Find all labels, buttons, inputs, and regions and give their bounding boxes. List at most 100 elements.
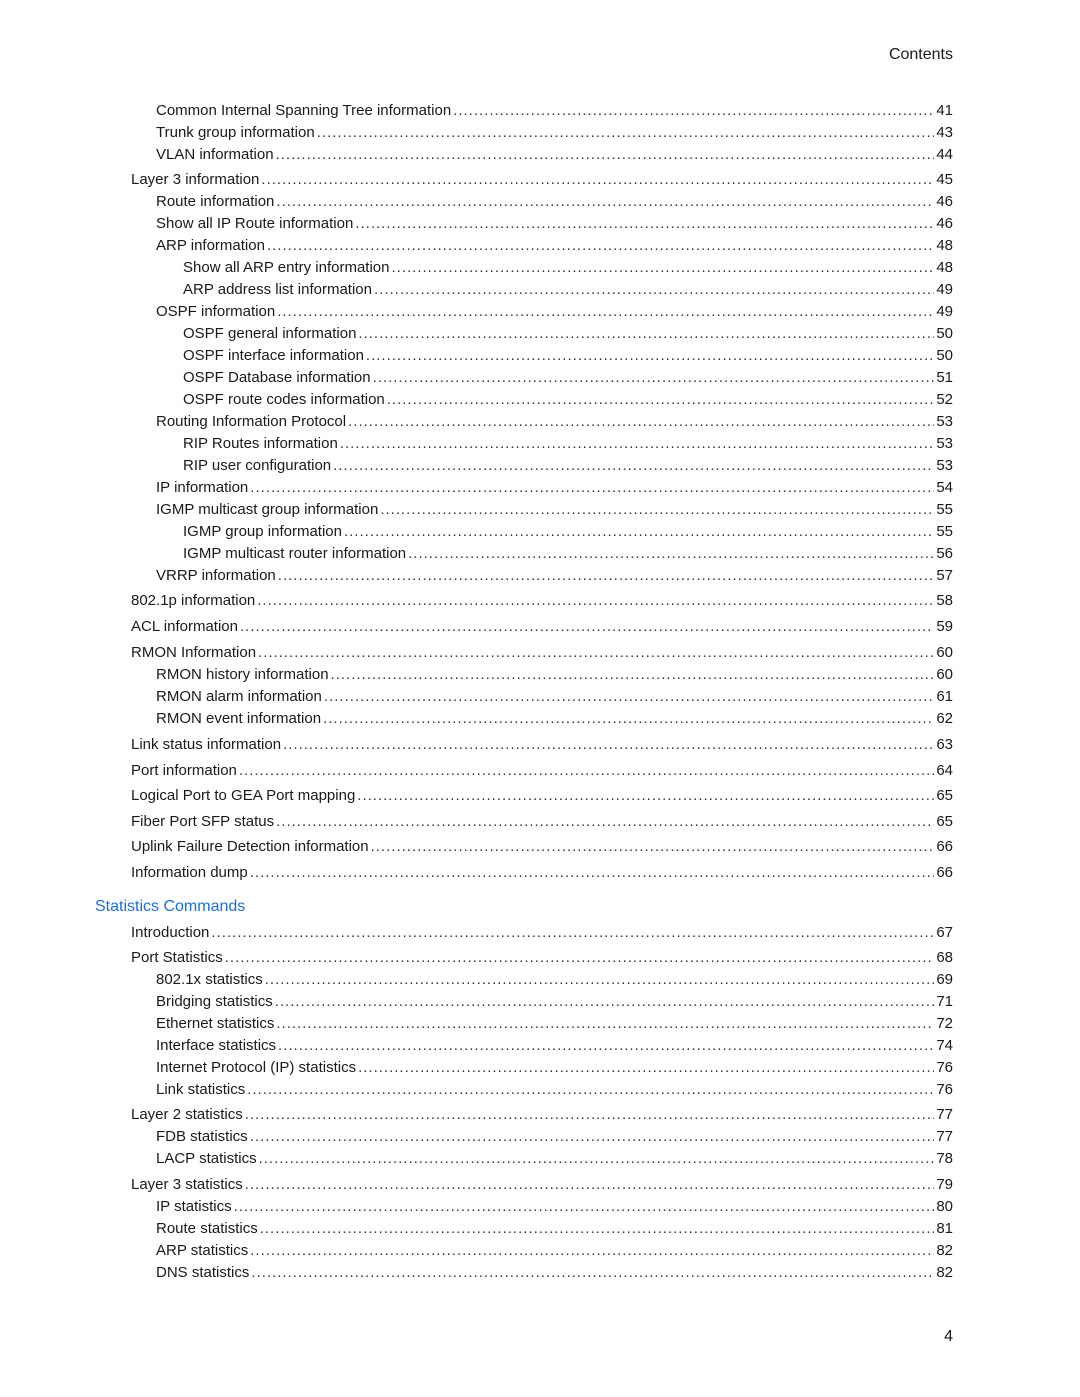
toc-entry[interactable]: ACL information 59 <box>131 618 953 640</box>
toc-entry[interactable]: Link status information 63 <box>131 736 953 758</box>
section-heading-statistics-commands[interactable]: Statistics Commands <box>95 898 245 916</box>
toc-entry-title: 802.1p information <box>131 592 256 609</box>
toc-entry[interactable]: IGMP group information 55 <box>183 523 953 545</box>
toc-entry-page: 53 <box>936 457 953 474</box>
toc-entry-title: Layer 3 information <box>131 171 260 188</box>
toc-entry[interactable]: 802.1x statistics 69 <box>156 971 953 993</box>
dot-leader <box>275 993 935 1010</box>
dot-leader <box>211 924 934 941</box>
toc-entry[interactable]: DNS statistics 82 <box>156 1264 953 1286</box>
dot-leader <box>355 215 934 232</box>
toc-entry-page: 46 <box>936 215 953 232</box>
toc-entry[interactable]: 802.1p information 58 <box>131 592 953 614</box>
dot-leader <box>371 838 935 855</box>
toc-entry-page: 54 <box>936 479 953 496</box>
toc-entry-page: 41 <box>936 102 953 119</box>
dot-leader <box>240 618 934 635</box>
toc-entry[interactable]: OSPF interface information 50 <box>183 347 953 369</box>
toc-entry[interactable]: Introduction 67 <box>131 924 953 946</box>
toc-entry-page: 48 <box>936 237 953 254</box>
toc-entry-title: IP statistics <box>156 1198 232 1215</box>
toc-entry-title: Logical Port to GEA Port mapping <box>131 787 356 804</box>
toc-entry[interactable]: Information dump 66 <box>131 864 953 886</box>
toc-entry-page: 77 <box>936 1128 953 1145</box>
dot-leader <box>250 1242 934 1259</box>
toc-entry[interactable]: Layer 3 statistics 79 <box>131 1176 953 1198</box>
dot-leader <box>257 592 934 609</box>
toc-entry[interactable]: VRRP information 57 <box>156 567 953 589</box>
dot-leader <box>366 347 934 364</box>
toc-entry[interactable]: RMON history information 60 <box>156 666 953 688</box>
toc-entry[interactable]: RIP user configuration 53 <box>183 457 953 479</box>
toc-entry[interactable]: Layer 3 information 45 <box>131 171 953 193</box>
toc-entry-page: 82 <box>936 1264 953 1281</box>
toc-entry[interactable]: OSPF information 49 <box>156 303 953 325</box>
toc-entry[interactable]: Fiber Port SFP status 65 <box>131 813 953 835</box>
toc-entry[interactable]: RMON alarm information 61 <box>156 688 953 710</box>
toc-entry[interactable]: FDB statistics 77 <box>156 1128 953 1150</box>
toc-entry-title: Layer 2 statistics <box>131 1106 243 1123</box>
toc-entry[interactable]: Route information 46 <box>156 193 953 215</box>
dot-leader <box>276 1015 934 1032</box>
toc-entry[interactable]: OSPF general information 50 <box>183 325 953 347</box>
dot-leader <box>276 813 934 830</box>
toc-entry-title: Trunk group information <box>156 124 315 141</box>
toc-entry[interactable]: RMON event information 62 <box>156 710 953 732</box>
toc-entry[interactable]: RMON Information 60 <box>131 644 953 666</box>
toc-entry[interactable]: ARP statistics 82 <box>156 1242 953 1264</box>
dot-leader <box>239 762 934 779</box>
toc-entry-page: 60 <box>936 666 953 683</box>
toc-entry[interactable]: IGMP multicast router information 56 <box>183 545 953 567</box>
toc-entry[interactable]: IGMP multicast group information 55 <box>156 501 953 523</box>
toc-entry[interactable]: Logical Port to GEA Port mapping 65 <box>131 787 953 809</box>
toc-entry[interactable]: RIP Routes information 53 <box>183 435 953 457</box>
dot-leader <box>324 688 934 705</box>
dot-leader <box>250 479 934 496</box>
toc-entry-page: 55 <box>936 523 953 540</box>
toc-entry-title: Uplink Failure Detection information <box>131 838 369 855</box>
toc-entry[interactable]: Ethernet statistics 72 <box>156 1015 953 1037</box>
toc-entry[interactable]: Bridging statistics 71 <box>156 993 953 1015</box>
toc-entry-page: 45 <box>936 171 953 188</box>
toc-entry-page: 79 <box>936 1176 953 1193</box>
toc-entry[interactable]: Route statistics 81 <box>156 1220 953 1242</box>
page-number: 4 <box>944 1328 953 1345</box>
toc-entry[interactable]: Interface statistics 74 <box>156 1037 953 1059</box>
toc-entry[interactable]: Link statistics 76 <box>156 1081 953 1103</box>
toc-entry[interactable]: IP statistics 80 <box>156 1198 953 1220</box>
toc-entry[interactable]: Show all ARP entry information 48 <box>183 259 953 281</box>
toc-entry[interactable]: ARP information 48 <box>156 237 953 259</box>
toc-entry-page: 50 <box>936 325 953 342</box>
toc-entry[interactable]: VLAN information 44 <box>156 146 953 168</box>
toc-entry[interactable]: ARP address list information 49 <box>183 281 953 303</box>
toc-entry-title: Introduction <box>131 924 210 941</box>
toc-entry[interactable]: Layer 2 statistics 77 <box>131 1106 953 1128</box>
toc-entry[interactable]: Show all IP Route information 46 <box>156 215 953 237</box>
toc-entry-page: 60 <box>936 644 953 661</box>
dot-leader <box>276 146 935 163</box>
toc-entry[interactable]: OSPF Database information 51 <box>183 369 953 391</box>
toc-entry[interactable]: Uplink Failure Detection information 66 <box>131 838 953 860</box>
toc-entry-title: Interface statistics <box>156 1037 277 1054</box>
dot-leader <box>260 1220 935 1237</box>
toc-entry-page: 53 <box>936 435 953 452</box>
toc-entry[interactable]: OSPF route codes information 52 <box>183 391 953 413</box>
toc-entry-page: 49 <box>936 303 953 320</box>
toc-entry-title: OSPF interface information <box>183 347 364 364</box>
toc-entry-page: 62 <box>936 710 953 727</box>
toc-entry[interactable]: Routing Information Protocol 53 <box>156 413 953 435</box>
toc-entry-page: 63 <box>936 736 953 753</box>
toc-entry[interactable]: Trunk group information 43 <box>156 124 953 146</box>
toc-entry[interactable]: Port information 64 <box>131 762 953 784</box>
toc-entry-page: 49 <box>936 281 953 298</box>
toc-entry[interactable]: IP information 54 <box>156 479 953 501</box>
toc-entry-title: Show all IP Route information <box>156 215 354 232</box>
dot-leader <box>340 435 935 452</box>
running-header: Contents <box>888 46 953 63</box>
dot-leader <box>331 666 935 683</box>
toc-entry[interactable]: LACP statistics 78 <box>156 1150 953 1172</box>
dot-leader <box>453 102 934 119</box>
toc-entry[interactable]: Internet Protocol (IP) statistics 76 <box>156 1059 953 1081</box>
toc-entry[interactable]: Common Internal Spanning Tree informatio… <box>156 102 953 124</box>
toc-entry[interactable]: Port Statistics 68 <box>131 949 953 971</box>
